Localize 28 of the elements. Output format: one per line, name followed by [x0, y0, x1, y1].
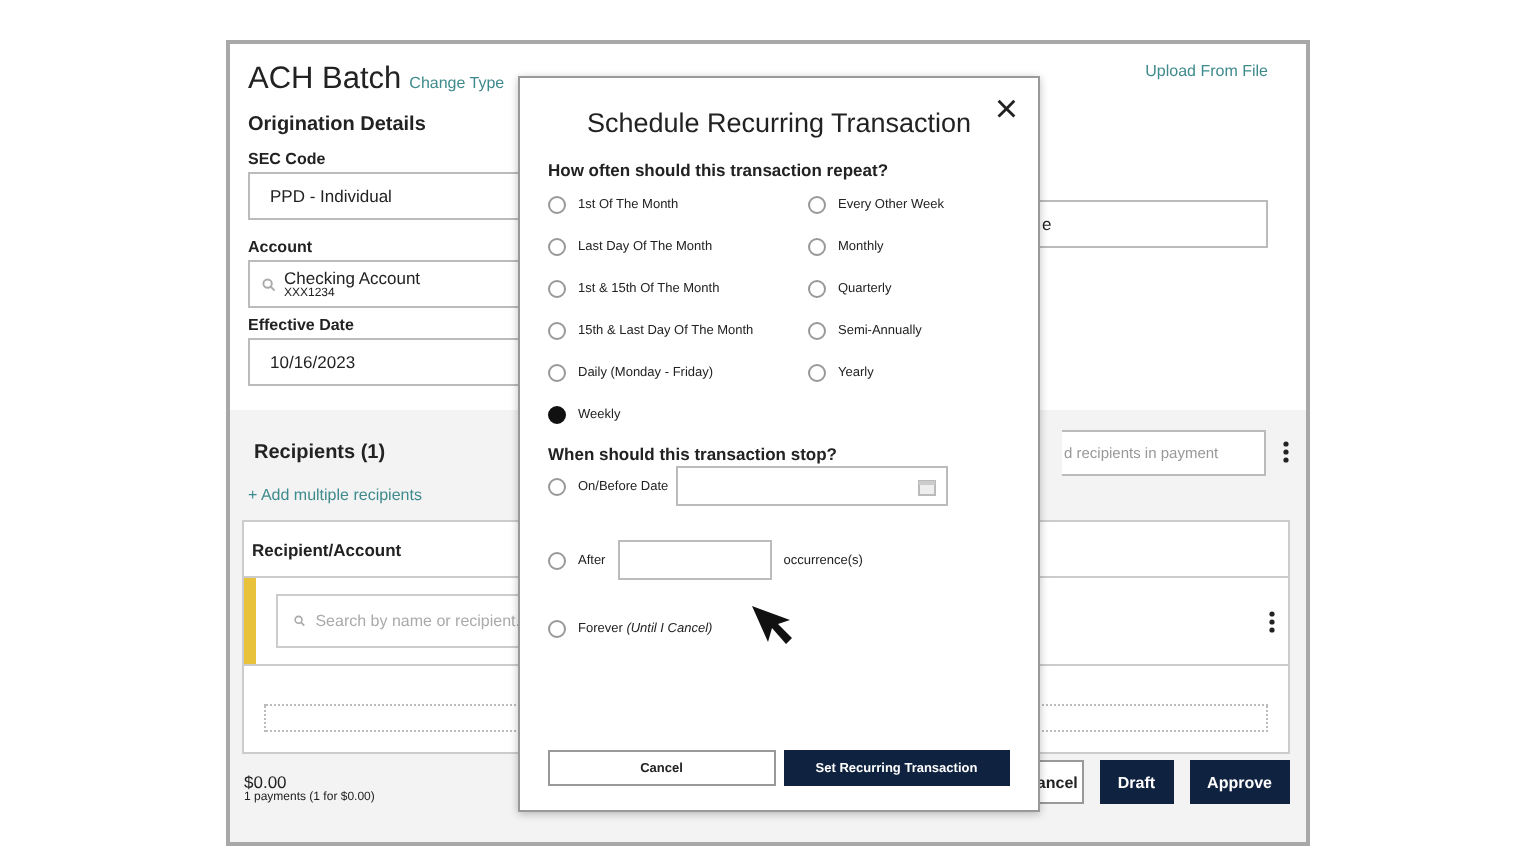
date-field[interactable] [676, 466, 949, 506]
page-title: ACH Batch [248, 62, 402, 98]
field-label: SEC Code [248, 148, 328, 172]
search-icon [294, 614, 306, 628]
field-label: Account [248, 236, 314, 260]
question-text: When should this transaction stop? [548, 444, 839, 464]
input-field[interactable]: 10/16/2023 [248, 338, 518, 386]
dialog-title: Schedule Recurring Transaction [584, 108, 974, 138]
upload-link[interactable]: Upload From File [1145, 62, 1268, 80]
more-icon[interactable] [1282, 440, 1290, 464]
status-bar [244, 578, 256, 664]
more-icon[interactable] [1268, 609, 1276, 633]
action-button[interactable]: Draft [1099, 760, 1174, 804]
question-text: How often should this transaction repeat? [548, 160, 891, 180]
column-header: Recipient/Account [252, 539, 402, 559]
cursor-icon [750, 604, 794, 648]
change-type-link[interactable]: Change Type [409, 74, 505, 92]
calendar-icon[interactable] [918, 477, 937, 495]
input-field[interactable]: e [1040, 200, 1268, 248]
occurrences-field[interactable] [617, 540, 772, 580]
search-icon [262, 277, 276, 291]
total-amount: $0.00 [244, 772, 289, 792]
input-field[interactable]: PPD - Individual [248, 172, 518, 220]
action-button[interactable]: Approve [1189, 760, 1290, 804]
recipients-title: Recipients (1) [254, 441, 386, 463]
close-button[interactable]: × [994, 90, 1018, 130]
field-label: Effective Date [248, 314, 356, 338]
section-title: Origination Details [248, 114, 428, 140]
